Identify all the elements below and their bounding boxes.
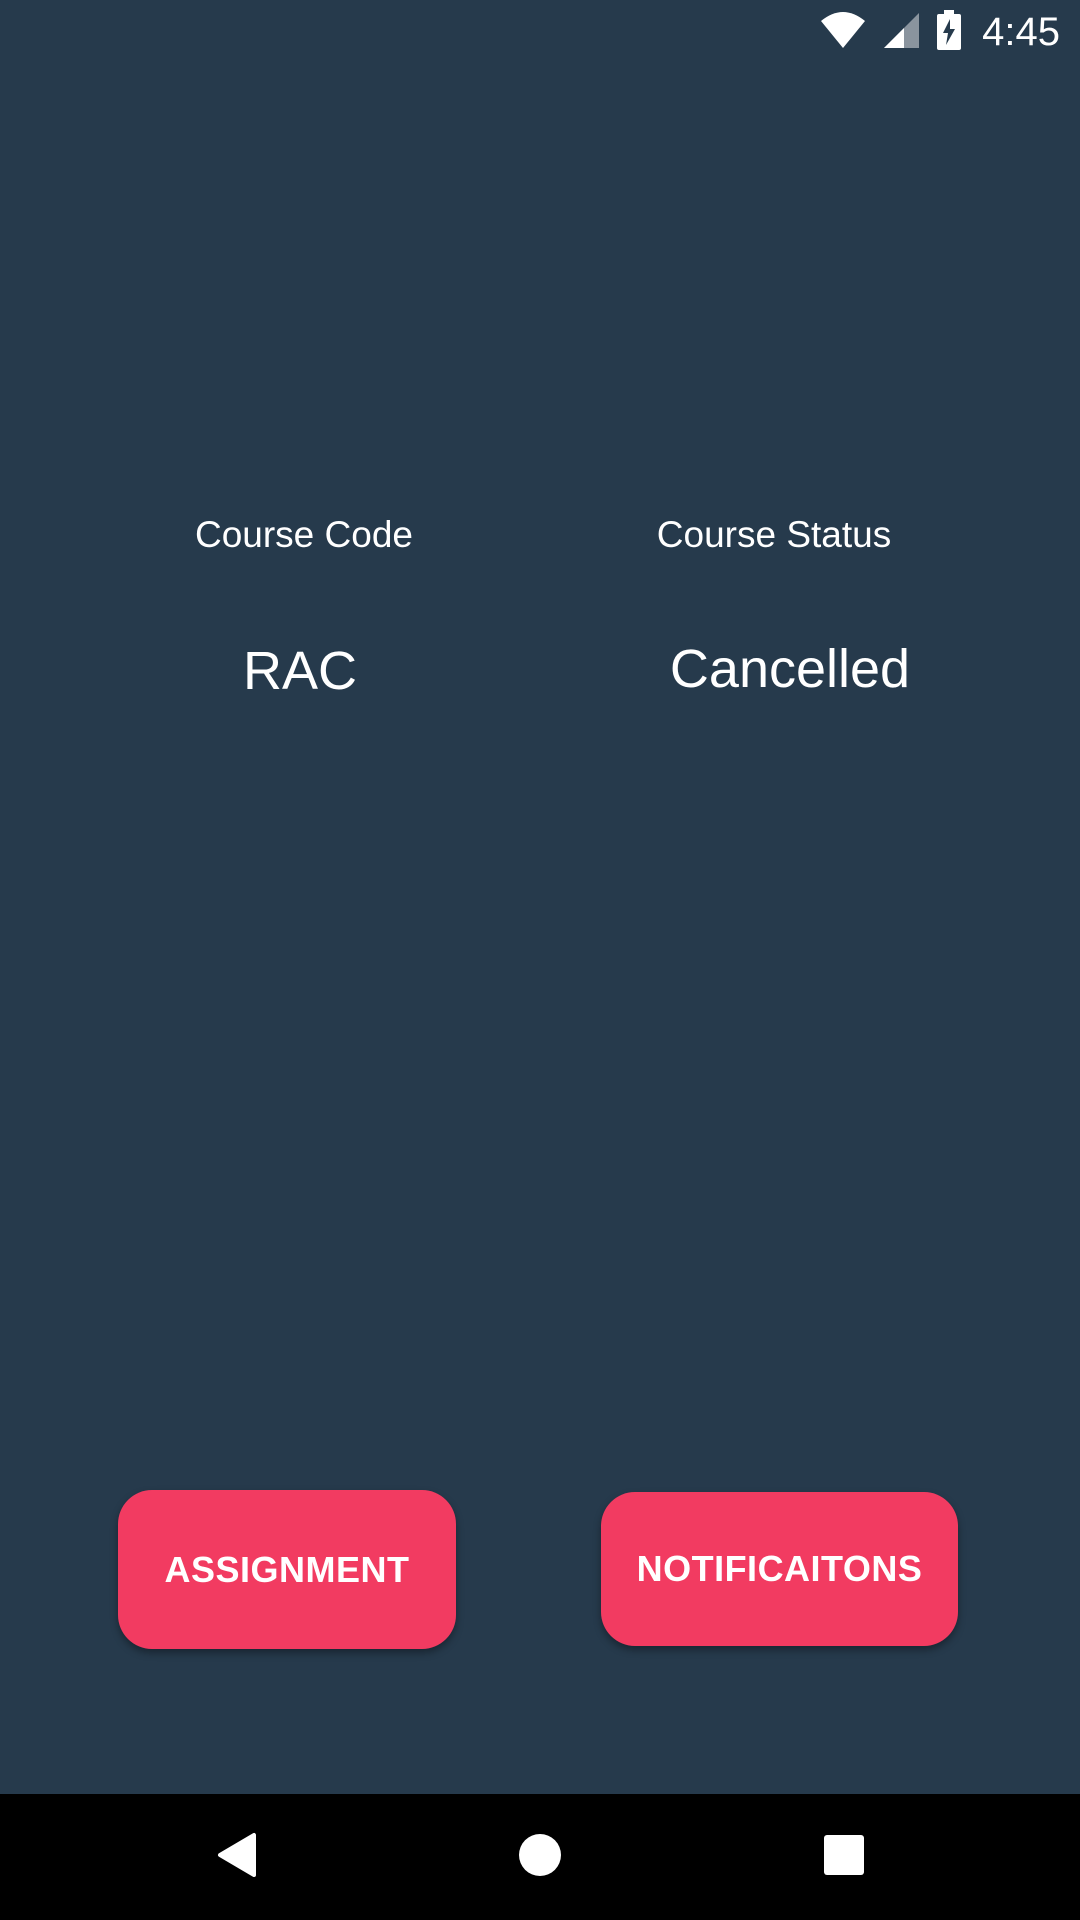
assignment-button[interactable]: ASSIGNMENT xyxy=(118,1490,456,1649)
recents-button[interactable] xyxy=(764,1794,924,1920)
course-status-label: Course Status xyxy=(656,514,892,555)
course-code-value: RAC xyxy=(242,641,357,701)
back-button[interactable] xyxy=(156,1794,316,1920)
home-icon xyxy=(518,1833,562,1882)
wifi-icon xyxy=(820,11,866,54)
navigation-bar xyxy=(0,1794,1080,1920)
status-time: 4:45 xyxy=(982,9,1060,54)
signal-icon xyxy=(882,11,920,54)
status-bar: 4:45 xyxy=(0,0,1080,63)
course-status-value: Cancelled xyxy=(669,639,911,699)
course-detail-screen: 4:45 Course Code Course Status RAC Cance… xyxy=(0,0,1080,1920)
course-code-label: Course Code xyxy=(194,514,413,555)
back-icon xyxy=(214,1831,258,1884)
notifications-button[interactable]: NOTIFICAITONS xyxy=(601,1492,958,1646)
battery-charging-icon xyxy=(936,9,962,55)
recents-icon xyxy=(823,1834,865,1881)
status-icons: 4:45 xyxy=(820,8,1060,56)
home-button[interactable] xyxy=(460,1794,620,1920)
